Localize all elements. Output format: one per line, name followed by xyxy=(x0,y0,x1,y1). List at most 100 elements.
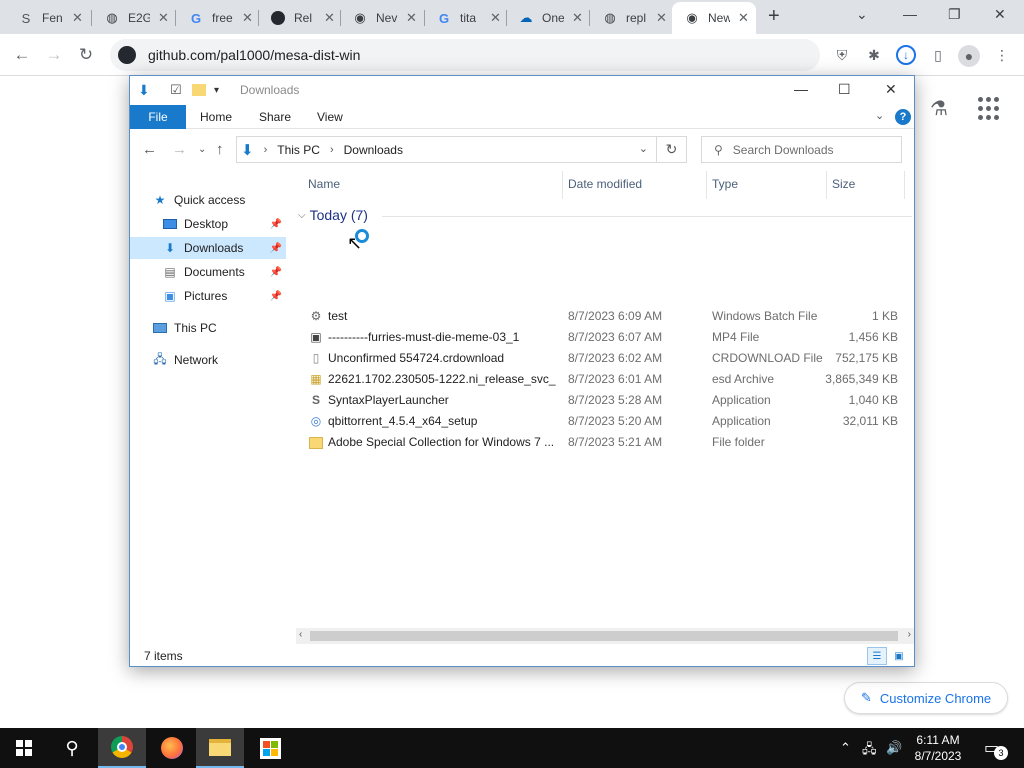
back-button[interactable]: ← xyxy=(10,43,34,67)
network-tray-icon[interactable]: 🖧 xyxy=(862,740,877,762)
show-hidden-icons-chevron-icon[interactable]: ⌃ xyxy=(840,740,851,756)
expand-ribbon-icon[interactable]: ⌄ xyxy=(875,109,884,122)
new-tab-button[interactable]: + xyxy=(768,5,780,28)
details-view-icon[interactable]: ☰ xyxy=(867,647,887,665)
maximize-button[interactable]: ☐ xyxy=(838,81,851,98)
close-icon[interactable]: ✕ xyxy=(490,10,501,26)
column-divider[interactable] xyxy=(904,171,905,199)
close-icon[interactable]: ✕ xyxy=(72,10,83,26)
ribbon: File Home Share View ⌄ ? xyxy=(130,105,914,129)
recent-locations-icon[interactable]: ⌄ xyxy=(198,144,206,155)
restore-button[interactable]: ❐ xyxy=(948,6,961,23)
large-icons-view-icon[interactable]: ▣ xyxy=(889,647,909,665)
nav-pictures[interactable]: ▣ Pictures 📌 xyxy=(130,285,286,307)
close-icon[interactable]: ✕ xyxy=(242,10,253,26)
file-row[interactable]: ▯ Unconfirmed 554724.crdownload 8/7/2023… xyxy=(296,348,908,369)
ribbon-tab-file[interactable]: File xyxy=(130,105,186,129)
scroll-right-icon[interactable]: › xyxy=(908,629,911,640)
column-header-name[interactable]: Name xyxy=(308,177,340,191)
file-size: 1,040 KB xyxy=(848,393,898,407)
tab-7[interactable]: ☁ One ✕ xyxy=(506,4,583,32)
action-center-button[interactable]: ▭ 3 xyxy=(984,738,1008,760)
tab-6[interactable]: G tita ✕ xyxy=(424,4,501,32)
search-input[interactable]: ⚲ Search Downloads xyxy=(701,136,902,163)
tab-9-active[interactable]: ◉ New ✕ xyxy=(672,2,756,34)
download-icon[interactable]: ↓ xyxy=(896,45,916,65)
file-row[interactable]: ⚙ test 8/7/2023 6:09 AM Windows Batch Fi… xyxy=(296,306,908,327)
file-row[interactable]: S SyntaxPlayerLauncher 8/7/2023 5:28 AM … xyxy=(296,390,908,411)
start-button[interactable] xyxy=(0,728,48,768)
minimize-button[interactable]: — xyxy=(794,81,808,97)
properties-icon[interactable]: ☑ xyxy=(170,82,182,98)
google-apps-icon[interactable] xyxy=(978,97,1002,121)
close-button[interactable]: ✕ xyxy=(885,81,897,98)
breadcrumb-this-pc[interactable]: This PC xyxy=(277,143,320,157)
ublock-icon[interactable]: ⛨ xyxy=(832,45,852,65)
customize-chrome-button[interactable]: ✎ Customize Chrome xyxy=(844,682,1008,714)
file-row[interactable]: ▣ ----------furries-must-die-meme-03_1 8… xyxy=(296,327,908,348)
breadcrumb[interactable]: ⬇ › This PC › Downloads ⌄ xyxy=(236,136,657,163)
nav-downloads[interactable]: ⬇ Downloads 📌 xyxy=(130,237,286,259)
system-clock[interactable]: 6:11 AM 8/7/2023 xyxy=(898,732,978,764)
breadcrumb-downloads[interactable]: Downloads xyxy=(344,143,403,157)
close-icon[interactable]: ✕ xyxy=(158,10,169,26)
file-row[interactable]: Adobe Special Collection for Windows 7 .… xyxy=(296,432,908,453)
chevron-down-icon[interactable]: ⌄ xyxy=(639,142,648,155)
tab-8[interactable]: ◍ repl ✕ xyxy=(590,4,667,32)
column-divider[interactable] xyxy=(706,171,707,199)
horizontal-scrollbar[interactable]: ‹ › xyxy=(296,628,914,644)
scrollbar-thumb[interactable] xyxy=(310,631,898,641)
tab-5[interactable]: ◉ Nev ✕ xyxy=(340,4,417,32)
address-bar[interactable]: github.com/pal1000/mesa-dist-win xyxy=(110,39,820,71)
nav-desktop[interactable]: Desktop 📌 xyxy=(130,213,286,235)
scroll-left-icon[interactable]: ‹ xyxy=(299,629,302,640)
nav-documents[interactable]: ▤ Documents 📌 xyxy=(130,261,286,283)
refresh-button[interactable]: ↻ xyxy=(657,136,687,163)
ribbon-tab-home[interactable]: Home xyxy=(200,110,232,124)
side-panel-icon[interactable]: ▯ xyxy=(928,45,948,65)
back-button[interactable]: ← xyxy=(142,141,157,158)
ribbon-tab-share[interactable]: Share xyxy=(259,110,291,124)
close-icon[interactable]: ✕ xyxy=(406,10,417,26)
nav-quick-access[interactable]: ★ Quick access xyxy=(130,189,286,211)
nav-this-pc[interactable]: This PC xyxy=(130,317,286,339)
file-row[interactable]: ◎ qbittorrent_4.5.4_x64_setup 8/7/2023 5… xyxy=(296,411,908,432)
tab-4[interactable]: Rel ✕ xyxy=(258,4,335,32)
forward-button[interactable]: → xyxy=(42,43,66,67)
group-header-today[interactable]: ⌵ Today (7) xyxy=(296,207,912,223)
search-button[interactable]: ⚲ xyxy=(48,728,96,768)
tab-3[interactable]: G free ✕ xyxy=(176,4,253,32)
close-icon[interactable]: ✕ xyxy=(738,10,749,26)
taskbar-chrome[interactable] xyxy=(98,728,146,768)
column-header-size[interactable]: Size xyxy=(832,177,855,191)
up-button[interactable]: ↑ xyxy=(216,141,224,158)
tab-1[interactable]: S Fen ✕ xyxy=(6,4,83,32)
taskbar-file-explorer[interactable] xyxy=(196,728,244,768)
quick-access-toolbar-dropdown-icon[interactable]: ▾ xyxy=(214,85,219,96)
close-icon[interactable]: ✕ xyxy=(324,10,335,26)
close-icon[interactable]: ✕ xyxy=(572,10,583,26)
minimize-button[interactable]: — xyxy=(903,6,917,22)
nav-network[interactable]: 🖧 Network xyxy=(130,349,286,371)
ribbon-tab-view[interactable]: View xyxy=(317,110,343,124)
profile-avatar[interactable]: ● xyxy=(958,45,980,67)
extensions-icon[interactable]: ✱ xyxy=(864,45,884,65)
new-folder-icon[interactable] xyxy=(192,82,206,96)
reload-button[interactable]: ↻ xyxy=(74,43,98,67)
taskbar-firefox[interactable] xyxy=(148,728,196,768)
help-icon[interactable]: ? xyxy=(895,109,911,125)
column-divider[interactable] xyxy=(562,171,563,199)
column-divider[interactable] xyxy=(826,171,827,199)
tab-2[interactable]: ◍ E2G ✕ xyxy=(92,4,169,32)
forward-button[interactable]: → xyxy=(172,141,187,158)
nav-label: Network xyxy=(174,353,219,367)
tab-search-icon[interactable]: ⌄ xyxy=(856,6,868,23)
close-icon[interactable]: ✕ xyxy=(656,10,667,26)
labs-flask-icon[interactable]: ⚗ xyxy=(930,96,948,121)
file-row[interactable]: ▦ 22621.1702.230505-1222.ni_release_svc_… xyxy=(296,369,908,390)
column-header-type[interactable]: Type xyxy=(712,177,738,191)
taskbar-store[interactable] xyxy=(246,728,294,768)
close-window-button[interactable]: ✕ xyxy=(994,6,1006,23)
menu-icon[interactable]: ⋮ xyxy=(992,45,1012,65)
column-header-date[interactable]: Date modified xyxy=(568,177,642,191)
